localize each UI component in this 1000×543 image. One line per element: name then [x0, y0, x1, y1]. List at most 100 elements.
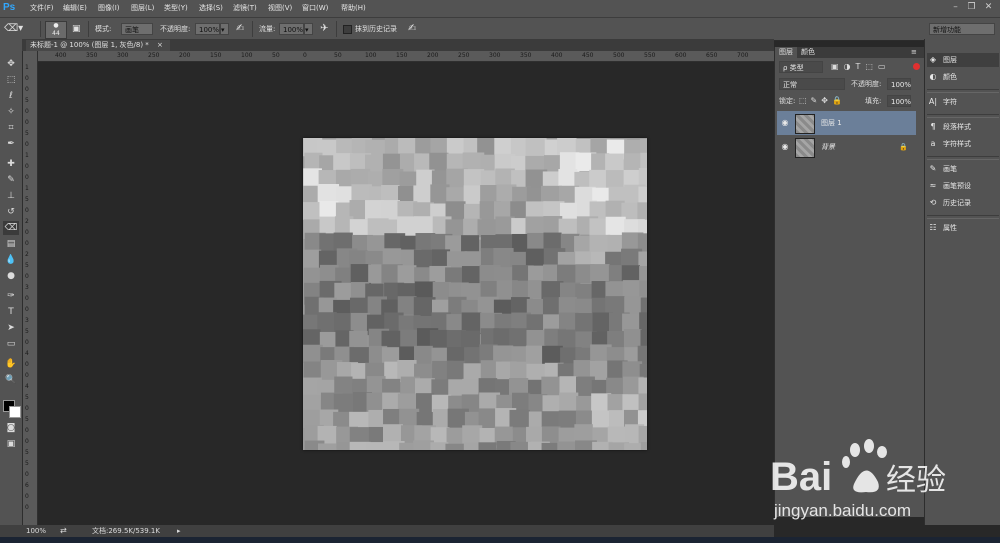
- history-brush-tool-icon[interactable]: ↺: [3, 205, 19, 219]
- gradient-tool-icon[interactable]: ▤: [3, 237, 19, 251]
- dock-item-label: 字符: [943, 98, 957, 106]
- eyedropper-tool-icon[interactable]: ✒: [3, 137, 19, 151]
- flow-input[interactable]: 100%: [279, 23, 304, 35]
- menu-type[interactable]: 类型(Y): [164, 0, 188, 17]
- mode-select[interactable]: 画笔: [121, 23, 153, 35]
- panel-menu-icon[interactable]: ≡: [907, 47, 921, 58]
- ruler-tick-label: 5: [25, 460, 29, 467]
- airbrush-icon[interactable]: ✈: [320, 18, 328, 40]
- dock-item-layers[interactable]: ◈ 图层: [927, 53, 999, 67]
- workspace-select[interactable]: 新增功能: [929, 23, 995, 35]
- eraser-tool-preset-icon[interactable]: ⌫▾: [4, 18, 23, 40]
- restore-button[interactable]: ❐: [966, 2, 977, 13]
- menu-layer[interactable]: 图层(L): [131, 0, 154, 17]
- dock-item-properties[interactable]: ☷ 属性: [927, 221, 999, 235]
- filter-toggle-icon[interactable]: [913, 63, 920, 70]
- ruler-tick-label: 50: [272, 52, 280, 59]
- menu-filter[interactable]: 滤镜(T): [233, 0, 257, 17]
- brush-panel-toggle-icon[interactable]: ▣: [72, 18, 81, 40]
- visibility-eye-icon[interactable]: ◉: [780, 135, 790, 159]
- minimize-button[interactable]: –: [950, 2, 961, 13]
- layers-icon: ◈: [929, 55, 937, 64]
- dock-item-character[interactable]: A| 字符: [927, 95, 999, 109]
- ruler-tick-label: 2: [25, 251, 29, 258]
- flow-dropdown-arrow[interactable]: ▾: [304, 23, 313, 35]
- eraser-tool-icon[interactable]: ⌫: [3, 221, 19, 235]
- menu-select[interactable]: 选择(S): [199, 0, 223, 17]
- layer-name[interactable]: 图层 1: [821, 111, 842, 135]
- mosaic-tile: [303, 344, 323, 363]
- brush-icon: ✎: [929, 164, 937, 173]
- tab-color[interactable]: 颜色: [797, 47, 819, 58]
- layer-filter-select[interactable]: ρ 类型: [779, 61, 823, 73]
- tab-layers[interactable]: 图层: [775, 47, 797, 58]
- tablet-pressure-size-icon[interactable]: ✍: [408, 18, 416, 40]
- background-color-swatch[interactable]: [9, 406, 21, 418]
- opacity-dropdown-arrow[interactable]: ▾: [220, 23, 229, 35]
- quick-mask-icon[interactable]: ◙: [3, 421, 19, 435]
- layer-lock-icon: 🔒: [899, 143, 908, 151]
- marquee-tool-icon[interactable]: ⬚: [3, 73, 19, 87]
- menu-edit[interactable]: 编辑(E): [63, 0, 87, 17]
- dock-item-paragraph-style[interactable]: ¶ 段落样式: [927, 120, 999, 134]
- layer-opacity-input[interactable]: 100%: [887, 78, 911, 90]
- pen-tool-icon[interactable]: ✑: [3, 289, 19, 303]
- document-size-info: 文档:269.5K/539.1K: [92, 527, 160, 535]
- move-tool-icon[interactable]: ✥: [3, 57, 19, 71]
- lock-options-icons[interactable]: ⬚✎✥🔒: [799, 95, 849, 107]
- opacity-input[interactable]: 100%: [195, 23, 220, 35]
- healing-brush-tool-icon[interactable]: ✚: [3, 157, 19, 171]
- status-menu-arrow[interactable]: ▸: [177, 525, 181, 537]
- crop-tool-icon[interactable]: ⌗: [3, 121, 19, 135]
- hand-tool-icon[interactable]: ✋: [3, 357, 19, 371]
- blend-mode-select[interactable]: 正常: [779, 78, 845, 90]
- document-tab[interactable]: 未标题-1 @ 100% (图层 1, 灰色/8) * ×: [26, 40, 170, 51]
- dock-item-history[interactable]: ⟲ 历史记录: [927, 196, 999, 210]
- brush-size-picker[interactable]: ● 44: [45, 21, 67, 39]
- dock-item-character-style[interactable]: a 字符样式: [927, 137, 999, 151]
- screen-mode-icon[interactable]: ▣: [3, 437, 19, 451]
- layer-name[interactable]: 背景: [821, 135, 835, 159]
- fill-input[interactable]: 100%: [887, 95, 911, 107]
- clone-stamp-tool-icon[interactable]: ⊥: [3, 189, 19, 203]
- menu-image[interactable]: 图像(I): [98, 0, 120, 17]
- tablet-pressure-opacity-icon[interactable]: ✍: [236, 18, 244, 40]
- zoom-tool-icon[interactable]: 🔍: [3, 373, 19, 387]
- mosaic-tile: [477, 219, 499, 238]
- dock-item-color[interactable]: ◐ 颜色: [927, 70, 999, 84]
- close-document-icon[interactable]: ×: [157, 41, 163, 49]
- dock-group-separator: [927, 156, 999, 160]
- type-tool-icon[interactable]: T: [3, 305, 19, 319]
- zoom-level[interactable]: 100%: [26, 525, 46, 537]
- layer-filter-icons[interactable]: ▣◑T⬚▭: [831, 61, 911, 73]
- brush-tool-icon[interactable]: ✎: [3, 173, 19, 187]
- status-share-icon[interactable]: ⇄: [60, 525, 67, 537]
- mosaic-tile: [605, 170, 627, 189]
- menu-window[interactable]: 窗口(W): [302, 0, 328, 17]
- menu-help[interactable]: 帮助(H): [341, 0, 366, 17]
- lasso-tool-icon[interactable]: ℓ: [3, 89, 19, 103]
- quick-selection-tool-icon[interactable]: ✧: [3, 105, 19, 119]
- document-canvas[interactable]: [303, 138, 647, 450]
- dock-item-brush[interactable]: ✎ 画笔: [927, 162, 999, 176]
- dodge-tool-icon[interactable]: ●: [3, 269, 19, 283]
- ruler-tick-label: 5: [25, 97, 29, 104]
- mosaic-tile: [525, 138, 547, 159]
- ruler-tick-label: 5: [25, 328, 29, 335]
- dock-item-brush-preset[interactable]: ≈ 画笔预设: [927, 179, 999, 193]
- dock-item-label: 画笔: [943, 165, 957, 173]
- menu-view[interactable]: 视图(V): [268, 0, 292, 17]
- layer-row-layer1[interactable]: ◉ 图层 1: [777, 111, 916, 135]
- close-window-button[interactable]: ✕: [983, 2, 994, 13]
- blur-tool-icon[interactable]: 💧: [3, 253, 19, 267]
- dock-group-separator: [927, 89, 999, 93]
- ruler-tick-label: 400: [55, 52, 67, 59]
- layer-thumbnail: [795, 114, 815, 134]
- erase-to-history-checkbox[interactable]: [343, 25, 352, 34]
- rectangle-tool-icon[interactable]: ▭: [3, 337, 19, 351]
- layer-row-background[interactable]: ◉ 背景 🔒: [777, 135, 916, 159]
- visibility-eye-icon[interactable]: ◉: [780, 111, 790, 135]
- path-selection-tool-icon[interactable]: ➤: [3, 321, 19, 335]
- menu-file[interactable]: 文件(F): [30, 0, 54, 17]
- character-icon: A|: [928, 97, 938, 106]
